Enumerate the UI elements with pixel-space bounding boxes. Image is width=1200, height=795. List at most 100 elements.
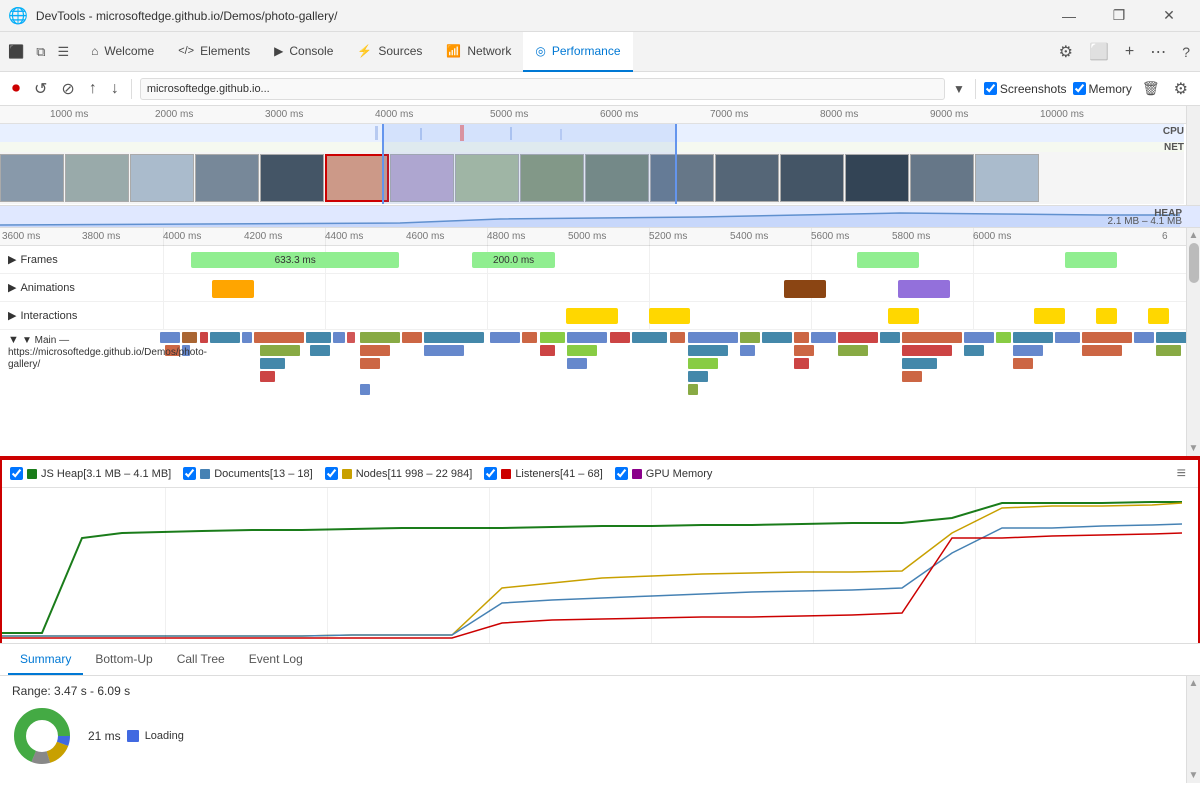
ruler-label-1000: 1000 ms — [50, 109, 88, 120]
ruler-label-6000: 6000 ms — [600, 109, 638, 120]
add-tab-button[interactable]: + — [1119, 39, 1140, 65]
t-label-4400: 4400 ms — [325, 231, 363, 242]
tab-summary[interactable]: Summary — [8, 645, 83, 675]
bottom-scroll-up[interactable]: ▲ — [1189, 676, 1199, 689]
download-button[interactable]: ↓ — [107, 76, 123, 102]
gpu-legend[interactable]: GPU Memory — [615, 467, 713, 480]
performance-toolbar: ⏺ ↺ ⊘ ↑ ↓ ▼ Screenshots Memory 🗑 ⚙ — [0, 72, 1200, 106]
minimize-button[interactable]: — — [1046, 0, 1092, 32]
memory-label: Memory — [1089, 82, 1132, 96]
listeners-color — [501, 469, 511, 479]
jsheap-legend[interactable]: JS Heap[3.1 MB – 4.1 MB] — [10, 467, 171, 480]
settings-button[interactable]: ⚙ — [1053, 38, 1079, 66]
anim-bar-3[interactable] — [898, 280, 950, 298]
title-bar: 🌐 DevTools - microsoftedge.github.io/Dem… — [0, 0, 1200, 32]
frames-bar-3[interactable] — [857, 252, 919, 268]
scroll-thumb[interactable] — [1189, 243, 1199, 283]
nodes-checkbox[interactable] — [325, 467, 338, 480]
t-label-4200: 4200 ms — [244, 231, 282, 242]
scroll-down-arrow[interactable]: ▼ — [1189, 443, 1199, 456]
docs-label: Documents[13 – 18] — [214, 468, 312, 480]
tab-network[interactable]: 📶 Network — [434, 32, 523, 72]
anim-bar-2[interactable] — [784, 280, 826, 298]
listeners-checkbox[interactable] — [484, 467, 497, 480]
memory-menu-button[interactable]: ≡ — [1173, 465, 1190, 483]
timeline-scrollbar[interactable]: ▲ ▼ — [1186, 228, 1200, 456]
screenshot-thumb — [195, 154, 259, 202]
t-label-6000: 6000 ms — [973, 231, 1011, 242]
screenshots-checkbox-label[interactable]: Screenshots — [984, 82, 1067, 96]
screenshot-thumb — [260, 154, 324, 202]
int-bar-5[interactable] — [1096, 308, 1117, 324]
frames-content: 633.3 ms 200.0 ms — [160, 246, 1200, 273]
help-button[interactable]: ? — [1176, 40, 1196, 64]
scroll-up-arrow[interactable]: ▲ — [1189, 228, 1199, 241]
tab-call-tree[interactable]: Call Tree — [165, 645, 237, 675]
int-bar-3[interactable] — [888, 308, 919, 324]
frames-bar-4[interactable] — [1065, 252, 1117, 268]
int-bar-6[interactable] — [1148, 308, 1169, 324]
close-button[interactable]: ✕ — [1146, 0, 1192, 32]
ruler-label-8000: 8000 ms — [820, 109, 858, 120]
interactions-label[interactable]: ▶ Interactions — [0, 309, 160, 322]
jsheap-checkbox[interactable] — [10, 467, 23, 480]
screenshot-thumb — [975, 154, 1039, 202]
animations-content — [160, 274, 1200, 301]
frames-label[interactable]: ▶ frames — [0, 253, 160, 266]
upload-button[interactable]: ↑ — [85, 76, 101, 102]
tab-welcome[interactable]: ⌂ Welcome — [79, 32, 166, 72]
chart-grid-6 — [975, 488, 976, 643]
elements-icon: </> — [178, 45, 194, 57]
maximize-button[interactable]: ❐ — [1096, 0, 1142, 32]
more-tools-button[interactable]: ⬜ — [1083, 38, 1115, 66]
settings-cog[interactable]: ⚙ — [1170, 75, 1192, 103]
int-bar-4[interactable] — [1034, 308, 1065, 324]
chart-grid-2 — [327, 488, 328, 643]
tab-bar-right: ⚙ ⬜ + ⋯ ? — [1053, 38, 1196, 66]
screenshots-checkbox[interactable] — [984, 82, 997, 95]
bottom-scroll-down[interactable]: ▼ — [1189, 770, 1199, 783]
int-bar-2[interactable] — [649, 308, 691, 324]
int-bar-1[interactable] — [566, 308, 618, 324]
dock-toggle[interactable]: ⬛ — [4, 40, 28, 64]
bottom-right-scroll[interactable]: ▲ ▼ — [1186, 676, 1200, 783]
main-track: ▼ ▼ Main — https://microsoftedge.github.… — [0, 330, 1200, 458]
heap-graph — [0, 206, 1186, 227]
tab-event-log[interactable]: Event Log — [237, 645, 315, 675]
memory-checkbox-label[interactable]: Memory — [1073, 82, 1132, 96]
nodes-legend[interactable]: Nodes[11 998 – 22 984] — [325, 467, 473, 480]
t-label-5000: 5000 ms — [568, 231, 606, 242]
main-track-label[interactable]: ▼ ▼ Main — https://microsoftedge.github.… — [0, 330, 160, 458]
reload-record-button[interactable]: ↺ — [30, 75, 51, 103]
detach-button[interactable]: ⧉ — [32, 40, 49, 64]
t-label-5800: 5800 ms — [892, 231, 930, 242]
tab-performance[interactable]: ◎ Performance — [523, 32, 632, 72]
anim-bar-1[interactable] — [212, 280, 254, 298]
ruler-label-10000: 10000 ms — [1040, 109, 1084, 120]
screenshot-thumb — [585, 154, 649, 202]
gpu-checkbox[interactable] — [615, 467, 628, 480]
more-options-button[interactable]: ⋯ — [1144, 38, 1172, 66]
tab-bottom-up[interactable]: Bottom-Up — [83, 645, 164, 675]
overview-scrollbar[interactable] — [1186, 106, 1200, 205]
animations-label[interactable]: ▶ Animations — [0, 281, 160, 294]
frames-bar-1[interactable]: 633.3 ms — [191, 252, 399, 268]
url-dropdown[interactable]: ▼ — [951, 80, 967, 98]
memory-checkbox[interactable] — [1073, 82, 1086, 95]
bottom-tabs: Summary Bottom-Up Call Tree Event Log — [0, 644, 1200, 676]
timeline-ruler: 3600 ms 3800 ms 4000 ms 4200 ms 4400 ms … — [0, 228, 1200, 246]
tab-sources[interactable]: ⚡ Sources — [345, 32, 434, 72]
trash-button[interactable]: 🗑 — [1138, 76, 1164, 101]
record-button[interactable]: ⏺ — [8, 76, 24, 102]
tab-elements[interactable]: </> Elements — [166, 32, 262, 72]
network-icon: 📶 — [446, 44, 461, 58]
clear-button[interactable]: ⊘ — [57, 75, 78, 103]
listeners-legend[interactable]: Listeners[41 – 68] — [484, 467, 602, 480]
t-label-5200: 5200 ms — [649, 231, 687, 242]
t-label-4600: 4600 ms — [406, 231, 444, 242]
tab-console[interactable]: ▶ Console — [262, 32, 345, 72]
frames-bar-2[interactable]: 200.0 ms — [472, 252, 555, 268]
docs-legend[interactable]: Documents[13 – 18] — [183, 467, 312, 480]
drawer-toggle[interactable]: ☰ — [53, 40, 73, 64]
docs-checkbox[interactable] — [183, 467, 196, 480]
